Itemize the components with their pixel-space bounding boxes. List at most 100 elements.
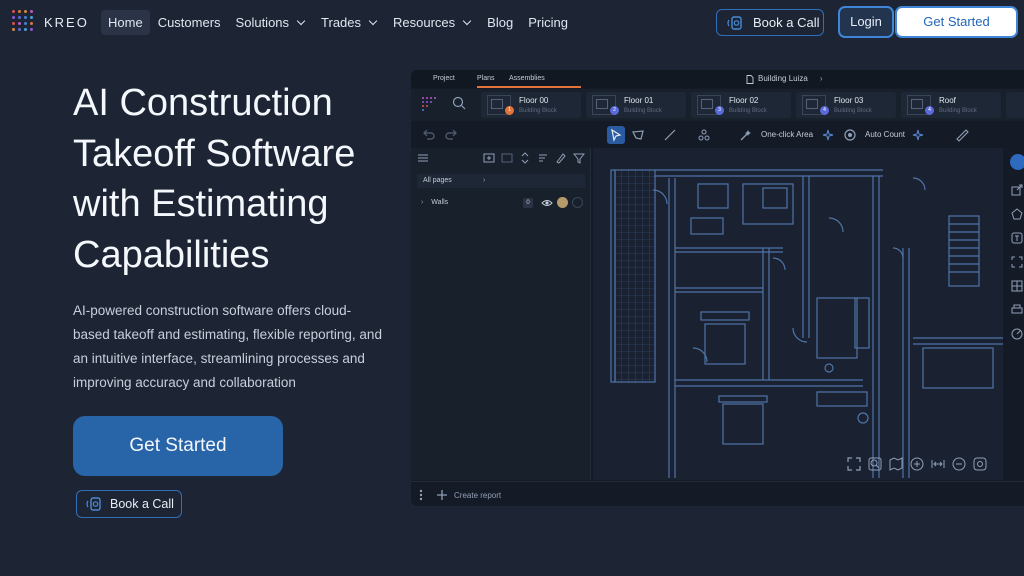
ruler-icon[interactable] xyxy=(955,128,969,142)
zoom-out-icon[interactable] xyxy=(952,457,966,471)
bottom-bar: Create report xyxy=(411,481,1024,506)
floor-card[interactable]: 2 Floor 01 Building Block xyxy=(586,92,686,118)
more-vertical-icon[interactable] xyxy=(419,489,423,501)
list-icon[interactable] xyxy=(417,152,429,164)
main-menu: Home Customers Solutions Trades Resources Blo… xyxy=(101,10,576,35)
chevron-down-icon xyxy=(296,16,306,25)
nav-item-customers[interactable]: Customers xyxy=(151,10,228,35)
chevron-down-icon xyxy=(462,16,472,25)
floor-card[interactable]: 4 Floor 03 Building Block xyxy=(796,92,896,118)
nav-item-label: Pricing xyxy=(528,15,568,30)
grid-icon[interactable] xyxy=(1011,280,1023,292)
floor-number-badge: 4 xyxy=(925,106,934,115)
add-folder-icon[interactable] xyxy=(483,152,495,164)
brand-logo[interactable]: KREO xyxy=(12,10,89,34)
logo-dots-icon xyxy=(12,10,36,34)
nav-item-label: Blog xyxy=(487,15,514,30)
sparkle-icon[interactable] xyxy=(821,128,835,142)
assistant-button[interactable] xyxy=(1010,154,1024,170)
call-support-icon xyxy=(727,15,742,30)
login-button[interactable]: Login xyxy=(838,6,894,38)
undo-icon[interactable] xyxy=(421,128,435,142)
floor-plan-canvas[interactable] xyxy=(593,148,1003,480)
auto-count-label[interactable]: Auto Count xyxy=(865,130,905,139)
layer-row-walls[interactable]: › Walls 0 xyxy=(417,196,585,210)
magic-area-icon[interactable] xyxy=(739,128,753,142)
one-click-area-label[interactable]: One-click Area xyxy=(761,130,813,139)
avatar[interactable] xyxy=(557,197,568,208)
document-name: Building Luiza xyxy=(758,74,808,83)
nav-item-pricing[interactable]: Pricing xyxy=(521,10,575,35)
floor-name: Floor 00 xyxy=(519,96,549,105)
hero-description: AI-powered construction software offers … xyxy=(73,303,382,390)
zoom-in-icon[interactable] xyxy=(910,457,924,471)
sort-icon[interactable] xyxy=(537,152,549,164)
search-icon[interactable] xyxy=(452,96,466,115)
export-icon[interactable] xyxy=(1011,184,1023,196)
nav-item-solutions[interactable]: Solutions xyxy=(229,10,313,35)
layer-name: Walls xyxy=(431,199,449,206)
all-pages-label: All pages xyxy=(423,177,452,184)
book-call-hero-button[interactable]: Book a Call xyxy=(76,490,182,518)
floor-card[interactable]: 1 Floor 00 Building Block xyxy=(481,92,581,118)
link-icon[interactable] xyxy=(572,197,583,208)
line-tool-icon[interactable] xyxy=(663,128,677,142)
call-support-icon xyxy=(86,497,101,511)
floor-name: Floor 01 xyxy=(624,96,654,105)
tab-project[interactable]: Project xyxy=(433,70,455,88)
fit-width-icon[interactable] xyxy=(931,457,945,471)
eye-icon[interactable] xyxy=(541,198,553,208)
floor-name: Floor 02 xyxy=(729,96,759,105)
floor-subtitle: Building Block xyxy=(939,108,977,114)
count-tool-icon[interactable] xyxy=(697,128,711,142)
floor-card[interactable]: 3 Floor 02 Building Block xyxy=(691,92,791,118)
nav-item-resources[interactable]: Resources xyxy=(386,10,479,35)
layers-panel: All pages › › Walls 0 xyxy=(411,148,591,480)
floor-subtitle: Building Block xyxy=(729,108,767,114)
hero-title: AI Construction Takeoff Software with Es… xyxy=(73,82,356,276)
select-tool-button[interactable] xyxy=(607,126,625,144)
settings-icon[interactable] xyxy=(973,457,987,471)
create-report-button[interactable]: Create report xyxy=(436,489,501,501)
sparkle-icon[interactable] xyxy=(911,128,925,142)
get-started-nav-button[interactable]: Get Started xyxy=(895,6,1018,38)
map-icon[interactable] xyxy=(889,457,903,471)
compass-icon[interactable] xyxy=(1011,328,1023,340)
auto-count-icon[interactable] xyxy=(843,128,857,142)
nav-item-trades[interactable]: Trades xyxy=(314,10,385,35)
floor-subtitle: Building Block xyxy=(624,108,662,114)
polygon-tool-icon[interactable] xyxy=(631,128,645,142)
chevron-right-icon: › xyxy=(819,74,823,83)
nav-item-blog[interactable]: Blog xyxy=(480,10,520,35)
all-pages-selector[interactable]: All pages › xyxy=(417,174,585,188)
book-call-nav-button[interactable]: Book a Call xyxy=(716,9,824,36)
document-title[interactable]: Building Luiza › xyxy=(746,70,822,88)
floor-card[interactable]: 4 Roof Building Block xyxy=(901,92,1001,118)
book-call-label: Book a Call xyxy=(753,15,820,30)
tab-plans-label: Plans xyxy=(477,75,495,82)
get-started-hero-button[interactable]: Get Started xyxy=(73,416,283,476)
floor-number-badge: 3 xyxy=(715,106,724,115)
zoom-area-icon[interactable] xyxy=(868,457,882,471)
folder-icon[interactable] xyxy=(501,152,513,164)
scan-icon[interactable] xyxy=(1011,256,1023,268)
text-tool-icon[interactable] xyxy=(1011,232,1023,244)
fit-screen-icon[interactable] xyxy=(847,457,861,471)
document-icon xyxy=(746,74,754,84)
drawing-toolbar: One-click Area Auto Count xyxy=(411,124,1024,146)
floor-name: Roof xyxy=(939,96,956,105)
plus-icon xyxy=(437,490,447,500)
add-floor-button[interactable] xyxy=(1006,92,1024,118)
expand-collapse-icon[interactable] xyxy=(519,152,531,164)
tab-assemblies[interactable]: Assemblies xyxy=(509,70,545,88)
right-tool-rail xyxy=(1005,148,1024,480)
printer-icon[interactable] xyxy=(1011,304,1023,316)
book-call-label: Book a Call xyxy=(110,497,174,511)
filter-icon[interactable] xyxy=(573,152,585,164)
edit-icon[interactable] xyxy=(555,152,567,164)
redo-icon[interactable] xyxy=(445,128,459,142)
floor-subtitle: Building Block xyxy=(834,108,872,114)
nav-item-home[interactable]: Home xyxy=(101,10,150,35)
floor-number-badge: 2 xyxy=(610,106,619,115)
shape-tool-icon[interactable] xyxy=(1011,208,1023,220)
